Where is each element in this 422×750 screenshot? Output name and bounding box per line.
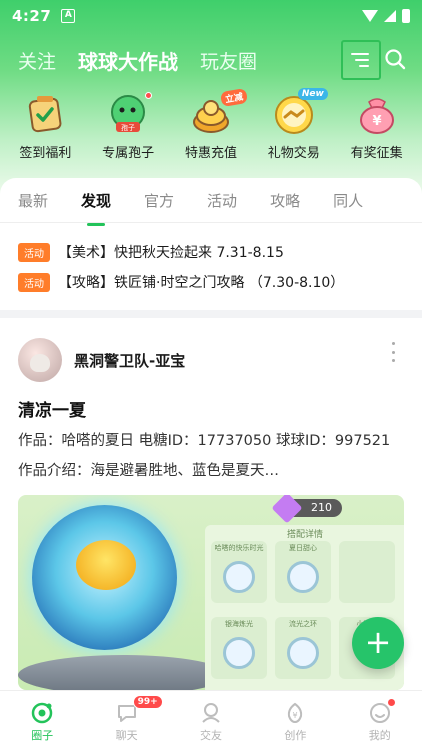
bottom-tab-label: 圈子 bbox=[31, 729, 54, 742]
create-post-button[interactable]: + bbox=[352, 617, 404, 669]
slot-label: 银海炼光 bbox=[225, 620, 253, 628]
notification-dot bbox=[387, 699, 395, 706]
bottom-tab-label: 创作 bbox=[284, 729, 307, 742]
status-icons bbox=[362, 9, 410, 23]
create-icon: ¥ bbox=[288, 702, 303, 724]
bottom-nav: 圈子 99+ 聊天 交友 ¥ 创作 我的 bbox=[0, 690, 422, 750]
status-time: 4:27 bbox=[12, 7, 52, 25]
gem-count: 210 bbox=[271, 495, 342, 524]
feature-label: 有奖征集 bbox=[350, 146, 403, 161]
outfit-slot bbox=[339, 541, 395, 603]
circle-icon bbox=[31, 702, 53, 724]
svg-text:¥: ¥ bbox=[372, 114, 381, 129]
slot-label: 哈嗒的快乐时光 bbox=[214, 544, 264, 552]
recharge-icon: 立减 bbox=[189, 87, 249, 136]
notification-app-icon: A bbox=[61, 9, 76, 23]
svg-text:孢子: 孢子 bbox=[121, 123, 135, 132]
content-panel: 最新 发现 官方 活动 攻略 同人 活动 【美术】快把秋天捡起来 7.31-8.… bbox=[0, 178, 422, 310]
status-bar: 4:27 A bbox=[0, 0, 422, 32]
sign-in-icon bbox=[23, 92, 67, 136]
tab-follow[interactable]: 关注 bbox=[18, 47, 56, 74]
sub-tabs: 最新 发现 官方 活动 攻略 同人 bbox=[0, 190, 422, 218]
slot-item-icon bbox=[287, 561, 319, 593]
friends-icon bbox=[202, 703, 220, 723]
sub-tab-fan-works[interactable]: 同人 bbox=[333, 190, 363, 218]
feature-label: 特惠充值 bbox=[184, 146, 237, 161]
feature-shortcuts: 签到福利 孢子 专属孢子 立减 特惠充值 New 礼物交易 ¥ 有奖征集 bbox=[0, 87, 422, 164]
artwork-saucer bbox=[18, 655, 228, 690]
discount-badge: 立减 bbox=[219, 87, 249, 108]
notification-dot bbox=[145, 92, 153, 99]
avatar[interactable] bbox=[18, 338, 62, 382]
search-icon[interactable] bbox=[384, 48, 406, 70]
slot-item-icon bbox=[223, 561, 255, 593]
divider bbox=[0, 222, 422, 223]
menu-icon[interactable] bbox=[341, 40, 381, 80]
event-tag: 活动 bbox=[18, 272, 50, 292]
author-name[interactable]: 黑洞警卫队-亚宝 bbox=[74, 350, 185, 371]
bottom-tab-create[interactable]: ¥ 创作 bbox=[265, 701, 325, 743]
post-image[interactable]: 210 搭配详情 哈嗒的快乐时光 夏日甜心 银海炼光 流光之环 bbox=[18, 495, 404, 690]
gem-icon bbox=[271, 495, 303, 524]
news-item[interactable]: 活动 【美术】快把秋天捡起来 7.31-8.15 bbox=[18, 242, 284, 262]
feature-recharge[interactable]: 立减 特惠充值 bbox=[172, 87, 250, 164]
battery-icon bbox=[402, 9, 410, 23]
bottom-tab-profile[interactable]: 我的 bbox=[350, 699, 410, 743]
outfit-slot: 哈嗒的快乐时光 bbox=[211, 541, 267, 603]
sub-tab-latest[interactable]: 最新 bbox=[18, 190, 48, 218]
detail-title: 搭配详情 bbox=[286, 530, 323, 540]
bottom-tab-chat[interactable]: 99+ 聊天 bbox=[97, 695, 163, 743]
new-badge: New bbox=[297, 88, 328, 100]
bottom-tab-label: 交友 bbox=[199, 729, 222, 742]
bottom-tab-circle[interactable]: 圈子 bbox=[12, 701, 72, 743]
tab-ball-battle[interactable]: 球球大作战 bbox=[78, 46, 178, 75]
slot-item-icon bbox=[223, 637, 255, 669]
news-item[interactable]: 活动 【攻略】铁匠铺·时空之门攻略 （7.30-8.10） bbox=[18, 272, 344, 292]
outfit-slot: 夏日甜心 bbox=[275, 541, 331, 603]
feature-spore[interactable]: 孢子 专属孢子 bbox=[89, 92, 167, 164]
feature-label: 礼物交易 bbox=[267, 146, 320, 161]
bottom-tab-friends[interactable]: 交友 bbox=[181, 701, 241, 743]
sub-tab-official[interactable]: 官方 bbox=[144, 190, 174, 218]
gem-count-value: 210 bbox=[311, 501, 332, 514]
outfit-slot: 流光之环 bbox=[275, 617, 331, 679]
more-options-icon[interactable] bbox=[390, 342, 396, 362]
wifi-icon bbox=[362, 10, 378, 22]
unread-badge: 99+ bbox=[132, 695, 163, 709]
slot-label: 流光之环 bbox=[289, 620, 317, 628]
news-text: 【美术】快把秋天捡起来 7.31-8.15 bbox=[58, 245, 284, 261]
slot-item-icon bbox=[287, 637, 319, 669]
spore-icon: 孢子 bbox=[106, 92, 153, 136]
outfit-slot: 银海炼光 bbox=[211, 617, 267, 679]
signal-icon bbox=[384, 10, 396, 22]
news-text: 【攻略】铁匠铺·时空之门攻略 （7.30-8.10） bbox=[58, 275, 345, 291]
sub-tab-discover[interactable]: 发现 bbox=[81, 190, 111, 218]
feature-gift-trade[interactable]: New 礼物交易 bbox=[255, 88, 333, 164]
feature-prize-collection[interactable]: ¥ 有奖征集 bbox=[338, 92, 416, 164]
sub-tab-events[interactable]: 活动 bbox=[207, 190, 237, 218]
artwork-creature bbox=[76, 540, 136, 590]
svg-text:¥: ¥ bbox=[293, 711, 298, 720]
bottom-tab-label: 我的 bbox=[368, 729, 391, 742]
prize-bag-icon: ¥ bbox=[355, 92, 399, 136]
feature-sign-in[interactable]: 签到福利 bbox=[6, 92, 84, 164]
event-tag: 活动 bbox=[18, 242, 50, 262]
feature-label: 专属孢子 bbox=[102, 146, 155, 161]
slot-label: 夏日甜心 bbox=[289, 544, 317, 552]
tab-friends-circle[interactable]: 玩友圈 bbox=[200, 47, 257, 74]
top-nav: 关注 球球大作战 玩友圈 bbox=[0, 38, 422, 82]
sub-tab-guides[interactable]: 攻略 bbox=[270, 190, 300, 218]
bottom-tab-label: 聊天 bbox=[115, 729, 138, 742]
post-body: 作品：哈嗒的夏日 电糖ID：17737050 球球ID：997521 作品介绍：… bbox=[18, 433, 391, 479]
post-title: 清凉一夏 bbox=[18, 401, 86, 421]
gift-trade-icon: New bbox=[272, 88, 328, 136]
feature-label: 签到福利 bbox=[19, 146, 72, 161]
